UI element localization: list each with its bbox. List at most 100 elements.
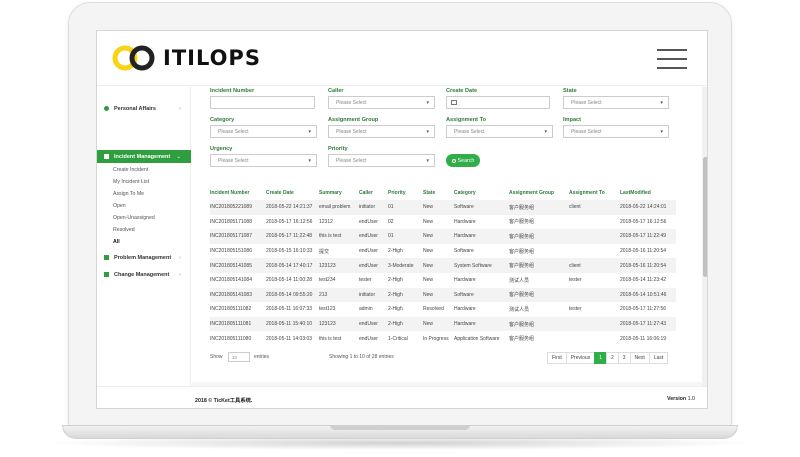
sidebar-sub-all[interactable]: All — [113, 239, 120, 245]
col-assignment-group[interactable]: Assignment Group — [509, 185, 569, 200]
urgency-select[interactable]: Please Select ▼ — [210, 154, 317, 167]
hamburger-icon[interactable] — [657, 49, 687, 69]
pager: First Previous 1 2 3 Next Last — [547, 352, 669, 364]
cell-assignment-group: 客户服务组 — [509, 200, 569, 215]
create-date-label: Create Date — [446, 88, 478, 94]
cell-last-modified: 2018-05-17 11:27:56 — [620, 306, 667, 313]
caller-select[interactable]: Please Select ▼ — [328, 96, 435, 109]
col-summary[interactable]: Summary — [319, 185, 359, 200]
pager-button-first[interactable]: First — [547, 352, 567, 364]
chevron-right-icon: › — [179, 105, 181, 112]
table-row[interactable]: INC201805151086 2018-05-15 16:10:33 提交 endU… — [210, 244, 676, 259]
cell-incident-number: INC201805171088 — [210, 218, 252, 225]
laptop-notch — [330, 425, 470, 430]
vertical-scrollbar[interactable] — [702, 87, 707, 386]
table-row[interactable]: INC201805111080 2018-05-11 14:03:03 this i… — [210, 331, 676, 346]
cell-priority: 2-High — [388, 248, 403, 255]
sidebar-sub-resolved[interactable]: Resolved — [113, 227, 135, 233]
sidebar-sub-my-incident-list[interactable]: My Incident List — [113, 179, 149, 185]
cell-assignment-to — [569, 331, 620, 346]
top-header: ITILOPS — [97, 31, 707, 86]
cell-last-modified: 2018-05-14 11:23:42 — [620, 277, 667, 284]
pager-button-next[interactable]: Next — [629, 352, 650, 364]
cell-summary: test123 — [319, 306, 336, 313]
cell-state: New — [423, 218, 434, 225]
pager-button-last[interactable]: Last — [648, 352, 669, 364]
table-row[interactable]: INC201805141083 2018-05-14 09:55:20 213 ini… — [210, 287, 676, 303]
state-select[interactable]: Please Select ▼ — [563, 96, 669, 109]
cell-category: Hardware — [454, 229, 509, 244]
cell-caller: endUser — [359, 248, 378, 255]
col-priority[interactable]: Priority — [388, 185, 423, 200]
col-incident-number[interactable]: Incident Number — [210, 185, 266, 200]
cell-last-modified: 2018-05-22 14:24:01 — [620, 200, 676, 215]
col-assignment-to[interactable]: Assignment To — [569, 185, 620, 200]
incident-number-input[interactable] — [210, 96, 315, 109]
cell-priority: 1-Critical — [388, 335, 408, 342]
table-row[interactable]: INC201805111081 2018-05-11 15:40:10 123123… — [210, 316, 676, 332]
table-row[interactable]: INC201805171088 2018-05-17 16:12:56 12312 e… — [210, 215, 676, 230]
priority-select[interactable]: Please Select ▼ — [328, 154, 435, 167]
cell-assignment-group: 客户服务组 — [509, 229, 569, 244]
sidebar-item-incident-management[interactable]: Incident Management ⌄ — [97, 150, 191, 163]
pager-button-previous[interactable]: Previous — [565, 352, 596, 364]
sidebar-sub-open-unassigned[interactable]: Open-Unassigned — [113, 215, 155, 221]
priority-placeholder: Please Select — [336, 157, 367, 164]
cell-caller: endUser — [359, 229, 388, 244]
incident-number-label: Incident Number — [210, 88, 255, 94]
category-placeholder: Please Select — [218, 128, 249, 135]
cell-last-modified: 2018-05-11 16:06:19 — [620, 335, 667, 342]
cell-summary: this is test — [319, 335, 342, 342]
impact-select[interactable]: Please Select ▼ — [563, 125, 669, 138]
cell-last-modified: 2018-05-17 11:27:43 — [620, 316, 676, 332]
sidebar-item-label: Change Management — [114, 271, 170, 278]
cell-last-modified: 2018-05-16 11:20:54 — [620, 248, 667, 255]
search-button[interactable]: Search — [446, 154, 480, 167]
cell-caller: initiator — [359, 200, 388, 215]
col-category[interactable]: Category — [454, 185, 509, 200]
assignment-group-select[interactable]: Please Select ▼ — [328, 125, 435, 138]
state-placeholder: Please Select — [571, 99, 602, 106]
sidebar-sub-open[interactable]: Open — [113, 203, 126, 209]
scrollbar-thumb[interactable] — [703, 157, 707, 277]
cell-incident-number: INC201805151086 — [210, 248, 252, 255]
sidebar-sub-assign-to-me[interactable]: Assign To Me — [113, 191, 144, 197]
cell-state: In Progress — [423, 335, 449, 342]
table-row[interactable]: INC201805111082 2018-05-11 16:07:33 test12… — [210, 302, 676, 317]
caller-placeholder: Please Select — [336, 99, 367, 106]
col-create-date[interactable]: Create Date — [266, 185, 319, 200]
sidebar-item-problem-management[interactable]: Problem Management › — [97, 251, 191, 264]
cell-category: Software — [454, 200, 509, 215]
cell-state: New — [423, 248, 434, 255]
assignment-to-label: Assignment To — [446, 117, 486, 123]
col-state[interactable]: State — [423, 185, 454, 200]
cell-state: New — [423, 229, 454, 244]
table-row[interactable]: INC201805141085 2018-05-14 17:40:17 123123… — [210, 258, 676, 273]
cell-category: Hardware — [454, 218, 476, 225]
pagination-summary: Showing 1 to 10 of 28 entries — [329, 354, 394, 360]
sidebar-item-change-management[interactable]: Change Management › — [97, 268, 191, 281]
col-last-modified[interactable]: LastModified — [620, 185, 676, 200]
col-caller[interactable]: Caller — [359, 185, 388, 200]
category-select[interactable]: Please Select ▼ — [210, 125, 317, 138]
sidebar-item-personal-affairs[interactable]: Personal Affairs › — [97, 102, 191, 115]
create-date-input[interactable] — [446, 96, 550, 109]
cell-assignment-to — [569, 287, 620, 303]
cell-assignment-group: 测试人员 — [509, 306, 530, 313]
brand-name: ITILOPS — [163, 46, 261, 70]
assignment-to-select[interactable]: Please Select ▼ — [446, 125, 553, 138]
sidebar-item-label: Incident Management — [114, 153, 171, 160]
page-size-select[interactable]: 10 — [228, 352, 250, 362]
urgency-placeholder: Please Select — [218, 157, 249, 164]
table-row[interactable]: INC201805141084 2018-05-14 11:00:28 test23… — [210, 273, 676, 288]
brand-logo[interactable]: ITILOPS — [111, 44, 261, 72]
cell-assignment-group: 客户服务组 — [509, 248, 535, 255]
cell-caller: admin — [359, 306, 373, 313]
search-icon — [451, 158, 456, 163]
copyright-text: 2018 © TicKet工具系统. — [195, 398, 253, 404]
table-row[interactable]: INC201805171087 2018-05-17 11:22:48 this i… — [210, 229, 676, 244]
table-row[interactable]: INC201805221089 2018-05-22 14:21:37 email … — [210, 200, 676, 215]
cell-priority: 01 — [388, 229, 423, 244]
caller-label: Caller — [328, 88, 344, 94]
sidebar-sub-create-incident[interactable]: Create Incident — [113, 167, 148, 173]
